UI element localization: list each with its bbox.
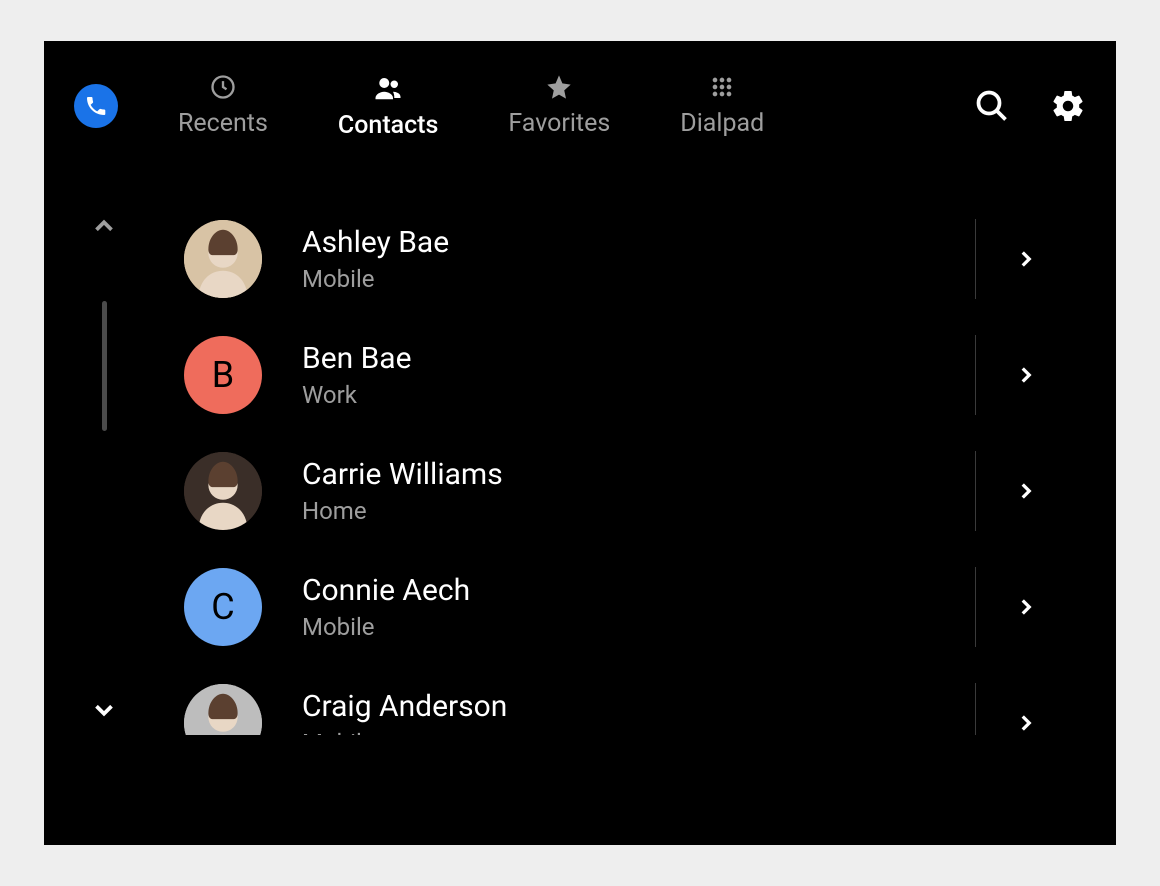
tabs: Recents Contacts Favorites: [178, 73, 764, 140]
tab-label: Dialpad: [680, 109, 764, 138]
contact-name: Craig Anderson: [302, 689, 975, 725]
tab-contacts[interactable]: Contacts: [338, 73, 438, 140]
tab-favorites[interactable]: Favorites: [508, 73, 610, 140]
avatar: [184, 684, 262, 735]
avatar: [184, 452, 262, 530]
contact-info: Ashley Bae Mobile: [302, 225, 975, 293]
contact-list: Ashley Bae Mobile B Ben Bae Work Carrie …: [184, 201, 1046, 735]
chevron-right-icon: [1013, 594, 1039, 620]
row-divider: [975, 567, 976, 647]
scroll-down-button[interactable]: [89, 695, 119, 725]
chevron-right-icon: [1013, 246, 1039, 272]
row-divider: [975, 683, 976, 735]
chevron-up-icon: [89, 211, 119, 241]
avatar-photo: [184, 452, 262, 530]
clock-icon: [209, 73, 237, 101]
tab-label: Contacts: [338, 111, 438, 140]
contact-details-button[interactable]: [1006, 362, 1046, 388]
contact-details-button[interactable]: [1006, 710, 1046, 735]
row-divider: [975, 451, 976, 531]
app-phone-icon[interactable]: [74, 84, 118, 128]
row-divider: [975, 335, 976, 415]
chevron-right-icon: [1013, 362, 1039, 388]
contact-row[interactable]: C Connie Aech Mobile: [184, 549, 1046, 665]
avatar: C: [184, 568, 262, 646]
contact-phone-type: Mobile: [302, 613, 975, 641]
contact-name: Ashley Bae: [302, 225, 975, 261]
avatar-photo: [184, 684, 262, 735]
dialer-app: Recents Contacts Favorites: [44, 41, 1116, 845]
contact-name: Carrie Williams: [302, 457, 975, 493]
contact-details-button[interactable]: [1006, 478, 1046, 504]
avatar-photo: [184, 220, 262, 298]
contact-info: Ben Bae Work: [302, 341, 975, 409]
contact-row[interactable]: Carrie Williams Home: [184, 433, 1046, 549]
star-icon: [545, 73, 573, 101]
phone-icon: [84, 94, 108, 118]
scroll-up-button[interactable]: [89, 211, 119, 241]
chevron-right-icon: [1013, 478, 1039, 504]
tab-dialpad[interactable]: Dialpad: [680, 73, 764, 140]
avatar: [184, 220, 262, 298]
contact-info: Carrie Williams Home: [302, 457, 975, 525]
contact-phone-type: Work: [302, 381, 975, 409]
contact-phone-type: Home: [302, 497, 975, 525]
chevron-down-icon: [89, 695, 119, 725]
settings-button[interactable]: [1050, 88, 1086, 124]
contact-info: Craig Anderson Mobile: [302, 689, 975, 735]
tab-label: Recents: [178, 109, 268, 138]
dialpad-icon: [708, 73, 736, 101]
people-icon: [373, 73, 403, 103]
search-button[interactable]: [974, 88, 1010, 124]
contact-name: Ben Bae: [302, 341, 975, 377]
tab-label: Favorites: [508, 109, 610, 138]
contact-row[interactable]: B Ben Bae Work: [184, 317, 1046, 433]
chevron-right-icon: [1013, 710, 1039, 735]
gear-icon: [1050, 88, 1086, 124]
tab-recents[interactable]: Recents: [178, 73, 268, 140]
scroll-column: [74, 211, 134, 725]
contact-phone-type: Mobile: [302, 729, 975, 735]
contact-name: Connie Aech: [302, 573, 975, 609]
header-actions: [974, 88, 1086, 124]
avatar: B: [184, 336, 262, 414]
header: Recents Contacts Favorites: [44, 41, 1116, 171]
contact-row[interactable]: Craig Anderson Mobile: [184, 665, 1046, 735]
contact-details-button[interactable]: [1006, 594, 1046, 620]
row-divider: [975, 219, 976, 299]
contact-info: Connie Aech Mobile: [302, 573, 975, 641]
contact-phone-type: Mobile: [302, 265, 975, 293]
contact-details-button[interactable]: [1006, 246, 1046, 272]
scrollbar-thumb[interactable]: [102, 301, 107, 431]
search-icon: [974, 88, 1010, 124]
contact-row[interactable]: Ashley Bae Mobile: [184, 201, 1046, 317]
